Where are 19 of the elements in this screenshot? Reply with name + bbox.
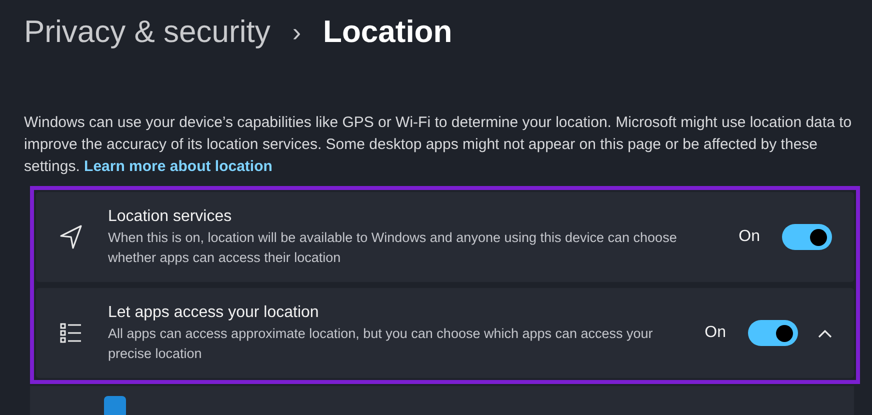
setting-description: All apps can access approximate location, but you can choose which apps can access your precise location <box>108 325 654 363</box>
breadcrumb-parent[interactable]: Privacy & security <box>24 8 270 56</box>
navigation-arrow-icon <box>59 224 83 250</box>
learn-more-link[interactable]: Learn more about location <box>84 158 272 175</box>
setting-card[interactable]: Location services When this is on, location will be available to Windows and anyone using this device can choose whether apps can access their location On <box>36 192 854 282</box>
toggle-state-label: On <box>704 323 726 343</box>
setting-description: When this is on, location will be available to Windows and anyone using this device can choose whether apps can access their location <box>108 229 678 267</box>
checklist-icon <box>60 322 82 344</box>
setting-card[interactable]: Let apps access your location All apps can access approximate location, but you can choose which apps can access your precise location On <box>36 288 854 378</box>
setting-title: Location services <box>108 207 233 227</box>
checkbox[interactable] <box>104 396 126 415</box>
setting-title: Let apps access your location <box>108 303 320 323</box>
breadcrumb-separator: › <box>292 16 302 48</box>
chevron-icon[interactable] <box>818 328 832 338</box>
toggle-state-label: On <box>738 227 760 247</box>
location-description: Windows can use your device’s capabilities like GPS or Wi-Fi to determine your location. Microsoft might use location data to improve the accuracy of its location services. Some desktop apps might not appear on this page or be affected by these settings. Learn more about location <box>24 113 853 177</box>
toggle-switch[interactable] <box>748 320 798 346</box>
toggle-switch[interactable] <box>782 224 832 250</box>
page-title: Location <box>323 12 452 51</box>
